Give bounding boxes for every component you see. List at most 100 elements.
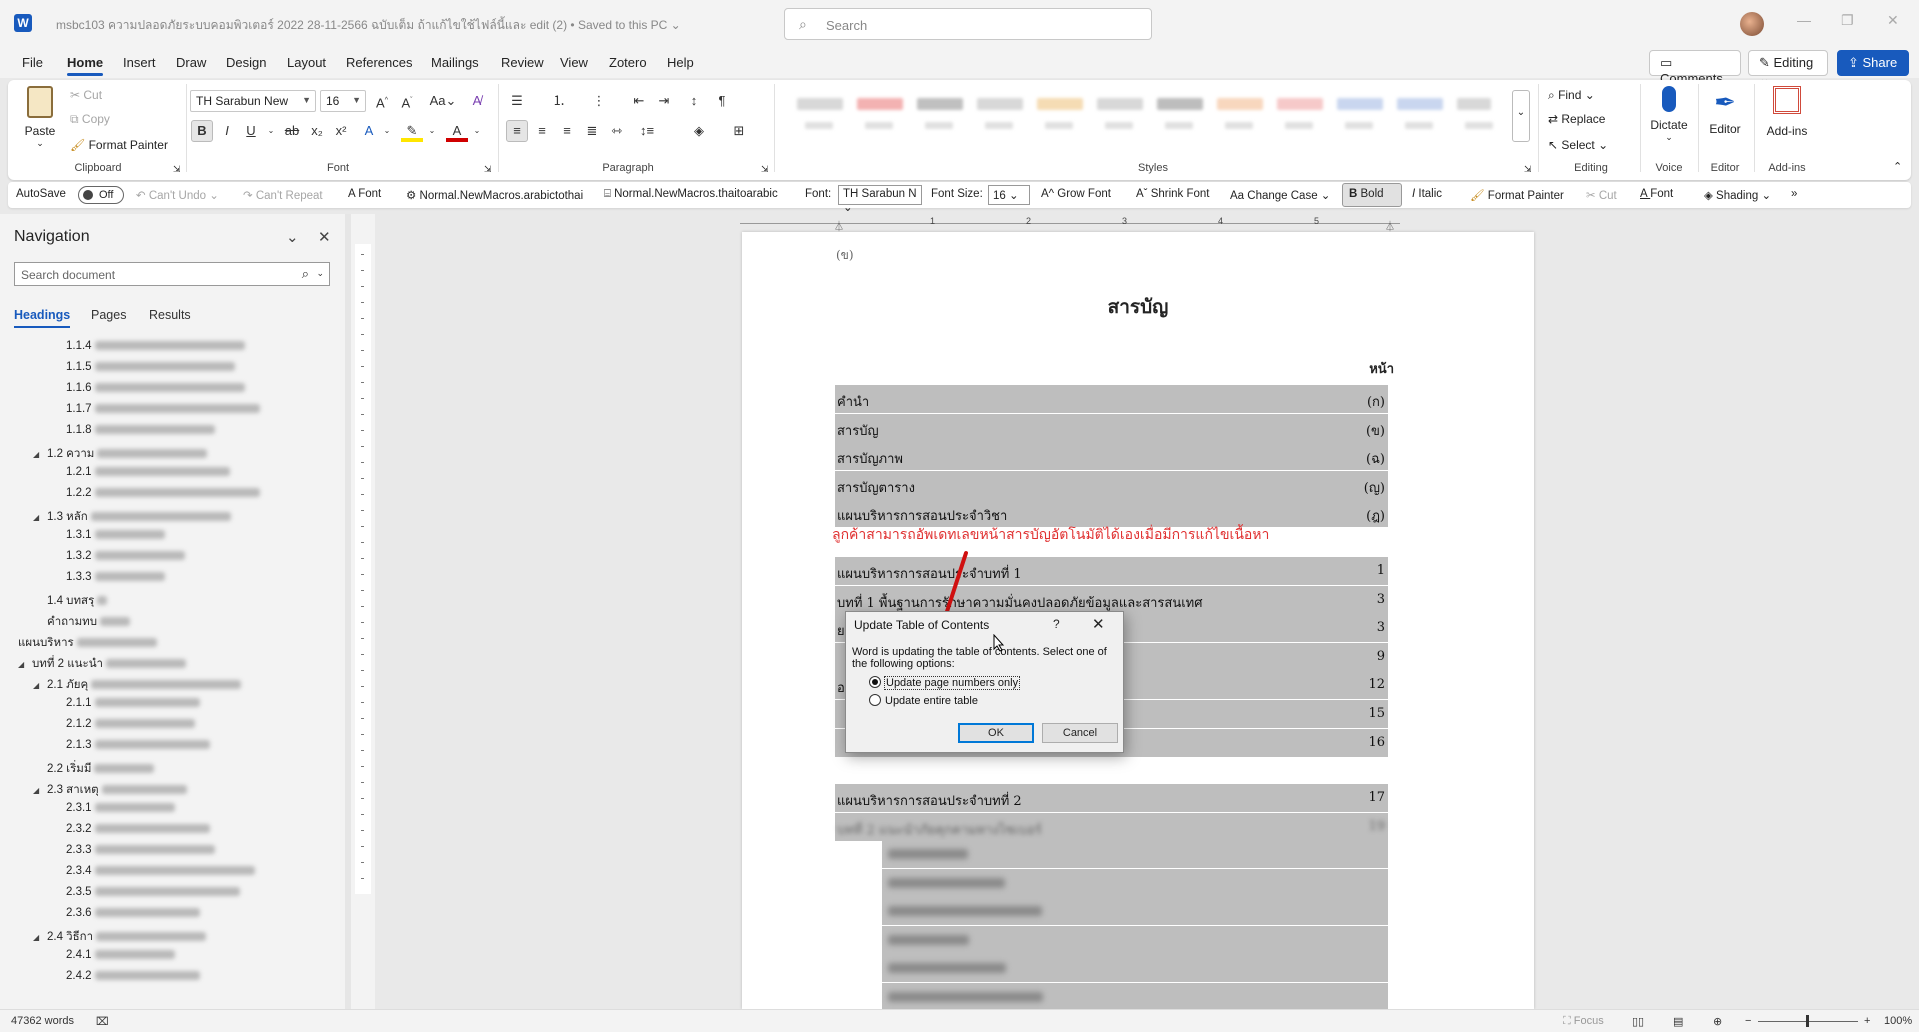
grow-font-button[interactable]: A^ Grow Font	[1041, 188, 1111, 200]
heading-item[interactable]: 1.3.3	[66, 571, 165, 591]
tab-file[interactable]: File	[22, 55, 43, 70]
zoom-slider-thumb[interactable]	[1806, 1015, 1809, 1027]
style-tile[interactable]	[1273, 94, 1329, 134]
macro-thaitoarabic-button[interactable]: ⌸ Normal.NewMacros.thaitoarabic	[604, 188, 778, 201]
heading-item[interactable]: 2.1.1	[66, 697, 200, 717]
avatar[interactable]	[1740, 12, 1764, 36]
tab-mailings[interactable]: Mailings	[431, 55, 479, 70]
heading-item[interactable]: 1.2.2	[66, 487, 260, 507]
repeat-button[interactable]: ↷ Can't Repeat	[243, 188, 323, 202]
sort-icon[interactable]: ↕	[683, 90, 705, 112]
style-tile[interactable]	[1453, 94, 1493, 134]
editing-mode-button[interactable]: ✎ Editing ⌄	[1748, 50, 1828, 86]
heading-item[interactable]: 2.3.1	[66, 802, 175, 822]
heading-item[interactable]: 1.2.1	[66, 466, 230, 486]
heading-item[interactable]: 1.1.8	[66, 424, 215, 444]
borders-icon[interactable]: ⊞	[728, 120, 750, 142]
superscript-icon[interactable]: x²	[330, 120, 352, 142]
collapse-icon[interactable]: ◢	[33, 513, 47, 522]
italic-icon[interactable]: I	[216, 120, 238, 142]
line-spacing-icon[interactable]: ↕≡	[636, 120, 658, 142]
chevron-down-icon[interactable]: ⌄	[316, 268, 324, 279]
tab-view[interactable]: View	[560, 55, 588, 70]
strikethrough-icon[interactable]: ab	[281, 120, 303, 142]
align-right-icon[interactable]: ≡	[556, 120, 578, 142]
numbering-icon[interactable]: ⒈	[548, 90, 570, 112]
bold-icon[interactable]: B	[191, 120, 213, 142]
copy-button[interactable]: ⧉ Copy	[70, 112, 110, 127]
collapse-icon[interactable]: ◢	[33, 450, 47, 459]
qat-cut-button[interactable]: ✂ Cut	[1586, 188, 1617, 202]
select-button[interactable]: ↖ Select ⌄	[1548, 138, 1608, 152]
print-layout-icon[interactable]: ▤	[1673, 1015, 1683, 1028]
web-layout-icon[interactable]: ⊕	[1713, 1015, 1722, 1028]
update-page-numbers-radio[interactable]: Update page numbers only	[869, 676, 1021, 690]
style-tile[interactable]	[913, 94, 969, 134]
update-entire-table-radio[interactable]: Update entire table	[869, 694, 978, 707]
heading-item[interactable]: ◢ 1.3 หลัก	[33, 508, 231, 528]
zoom-in-icon[interactable]: +	[1864, 1015, 1870, 1027]
heading-item[interactable]: 1.3.2	[66, 550, 185, 570]
search-icon[interactable]: ⌕	[302, 266, 309, 282]
toc-row[interactable]: สารบัญ (ข)	[835, 413, 1388, 442]
format-painter-button[interactable]: 🖌 Format Painter	[70, 138, 168, 152]
heading-item[interactable]: 2.4.1	[66, 949, 175, 969]
heading-item[interactable]: 2.2 เริ่มมี	[33, 760, 155, 780]
styles-more-button[interactable]: ⌄	[1512, 90, 1530, 142]
shrink-font-button[interactable]: Aˇ Shrink Font	[1136, 188, 1210, 200]
styles-gallery[interactable]	[783, 88, 1503, 142]
style-tile[interactable]	[1333, 94, 1389, 134]
multilevel-list-icon[interactable]: ⋮	[588, 90, 610, 112]
style-tile[interactable]	[1393, 94, 1449, 134]
heading-item[interactable]: 1.4 บทสรุ	[33, 592, 108, 612]
font-button[interactable]: A Font	[348, 188, 381, 200]
collapse-icon[interactable]: ◢	[18, 660, 32, 669]
tab-help[interactable]: Help	[667, 55, 694, 70]
tab-layout[interactable]: Layout	[287, 55, 326, 70]
navigation-search-input[interactable]: Search document ⌕ ⌄	[14, 262, 330, 286]
tab-review[interactable]: Review	[501, 55, 544, 70]
chevron-down-icon[interactable]: ⌄	[421, 120, 443, 142]
heading-item[interactable]: ◢ 2.4 วิธีกา	[33, 928, 207, 948]
macro-arabictothai-button[interactable]: ⚙ Normal.NewMacros.arabictothai	[406, 188, 583, 202]
tab-draw[interactable]: Draw	[176, 55, 206, 70]
ok-button[interactable]: OK	[958, 723, 1034, 743]
zoom-out-icon[interactable]: −	[1745, 1015, 1751, 1027]
toc-row[interactable]: บทที่ 2 แนะนำภัยคุกคามทางไซเบอร์ 19	[835, 812, 1388, 841]
heading-item[interactable]: ◢ บทที่ 2 แนะนำ	[18, 655, 187, 675]
tab-headings[interactable]: Headings	[14, 308, 71, 328]
search-box[interactable]: ⌕ Search	[784, 8, 1152, 40]
style-tile[interactable]	[1033, 94, 1089, 134]
qat-font-color-button[interactable]: A Font	[1640, 188, 1673, 200]
chevron-down-icon[interactable]: ⌄	[286, 228, 299, 246]
heading-item[interactable]: 2.3.3	[66, 844, 215, 864]
heading-item[interactable]: 2.4.2	[66, 970, 200, 990]
comments-button[interactable]: ▭ Comments	[1649, 50, 1741, 86]
grow-font-icon[interactable]: A^	[371, 90, 393, 112]
indent-marker-icon[interactable]: ⏃	[834, 218, 844, 233]
heading-item[interactable]: ◢ 2.1 ภัยคุ	[33, 676, 242, 696]
find-button[interactable]: ⌕ Find ⌄	[1548, 88, 1595, 103]
change-case-icon[interactable]: Aa⌄	[426, 90, 460, 112]
collapse-icon[interactable]: ◢	[33, 681, 47, 690]
replace-button[interactable]: ⇄ Replace	[1548, 112, 1605, 126]
style-tile[interactable]	[793, 94, 849, 134]
maximize-icon[interactable]: ❐	[1841, 12, 1854, 29]
toc-row[interactable]: สารบัญภาพ (ฉ)	[835, 442, 1388, 471]
toc-row[interactable]: คำนำ (ก)	[835, 385, 1388, 413]
paragraph-launcher-icon[interactable]: ⇲	[761, 164, 769, 175]
heading-item[interactable]: แผนบริหาร	[18, 634, 157, 654]
pilcrow-icon[interactable]: ¶	[711, 90, 733, 112]
styles-launcher-icon[interactable]: ⇲	[1524, 164, 1532, 175]
distributed-icon[interactable]: ⇿	[606, 120, 628, 142]
zoom-level[interactable]: 100%	[1884, 1015, 1912, 1027]
more-commands-icon[interactable]: »	[1791, 188, 1797, 200]
font-color-icon[interactable]: A	[446, 120, 468, 142]
undo-button[interactable]: ↶ Can't Undo ⌄	[136, 188, 219, 202]
shading-button[interactable]: ◈ Shading ⌄	[1704, 188, 1771, 202]
proofing-icon[interactable]: ⌧	[96, 1015, 109, 1028]
toc-row[interactable]: สารบัญตาราง (ญ)	[835, 470, 1388, 499]
align-left-icon[interactable]: ≡	[506, 120, 528, 142]
help-icon[interactable]: ?	[1053, 617, 1060, 631]
tab-results[interactable]: Results	[149, 308, 191, 322]
